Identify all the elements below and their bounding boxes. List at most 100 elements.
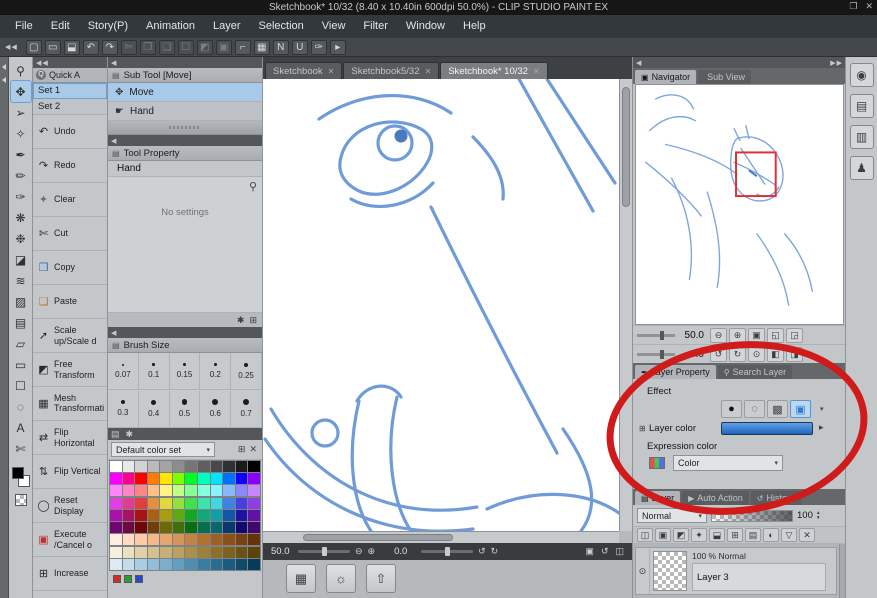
lock-transparent-icon[interactable]: ◩ bbox=[673, 528, 689, 542]
color-swatch[interactable] bbox=[223, 497, 235, 509]
color-swatch[interactable] bbox=[135, 485, 147, 497]
mesh-transform-button[interactable]: ▦ Mesh Transformation bbox=[33, 387, 107, 421]
decoration-tool[interactable]: ❉ bbox=[11, 228, 31, 249]
color-swatch[interactable] bbox=[223, 485, 235, 497]
color-swatch[interactable] bbox=[235, 461, 248, 472]
color-swatch[interactable] bbox=[172, 485, 185, 497]
document-tab[interactable]: Sketchbook5/32 ✕ bbox=[343, 62, 440, 79]
color-swatch[interactable] bbox=[135, 473, 147, 485]
color-swatch[interactable] bbox=[198, 473, 210, 485]
color-swatch[interactable] bbox=[248, 509, 260, 521]
rotate-ccw-icon[interactable]: ↺ bbox=[710, 346, 727, 362]
pen-pressure-icon[interactable]: ✑ bbox=[310, 39, 327, 55]
color-swatch[interactable] bbox=[122, 558, 135, 570]
create-mask-icon[interactable]: ◐ bbox=[763, 528, 779, 542]
color-swatch[interactable] bbox=[235, 497, 248, 509]
reference-panel-button[interactable]: ▤ bbox=[849, 94, 874, 118]
show-all-settings-icon[interactable]: ⚲ bbox=[249, 180, 257, 193]
color-swatch[interactable] bbox=[223, 546, 235, 558]
tablet-mode-button[interactable]: ▦ bbox=[286, 564, 316, 593]
color-swatch[interactable] bbox=[248, 522, 260, 534]
frame-border-tool[interactable]: ▭ bbox=[11, 354, 31, 375]
material-panel-button[interactable]: ▥ bbox=[849, 125, 874, 149]
layer-name[interactable]: Layer 3 bbox=[692, 563, 826, 591]
color-swatch[interactable] bbox=[185, 558, 198, 570]
zoom-slider[interactable] bbox=[298, 547, 350, 556]
clip-studio-button[interactable]: ◉ bbox=[849, 63, 874, 87]
color-swatch[interactable] bbox=[110, 485, 122, 497]
color-swatch[interactable] bbox=[198, 546, 210, 558]
transparent-color-swatch[interactable] bbox=[14, 494, 27, 506]
menu-item[interactable]: Help bbox=[454, 15, 495, 38]
color-swatch[interactable] bbox=[147, 461, 160, 472]
horizontal-scrollbar[interactable] bbox=[263, 531, 619, 543]
left-dock-strip[interactable] bbox=[0, 57, 9, 598]
close-tab-icon[interactable]: ✕ bbox=[328, 67, 335, 76]
color-swatch[interactable] bbox=[160, 485, 172, 497]
redo-icon[interactable]: ↷ bbox=[101, 39, 118, 55]
blend-tool[interactable]: ≋ bbox=[11, 270, 31, 291]
color-set-dock-strip[interactable]: ▤ ✱ bbox=[108, 428, 262, 440]
navigator-rotate-slider[interactable] bbox=[637, 349, 675, 359]
color-swatch[interactable] bbox=[248, 461, 260, 472]
color-swatch[interactable] bbox=[122, 534, 135, 546]
close-window-button[interactable]: ✕ bbox=[865, 1, 873, 12]
color-swatch[interactable] bbox=[122, 522, 135, 534]
color-swatch[interactable] bbox=[160, 497, 172, 509]
color-swatch[interactable] bbox=[135, 546, 147, 558]
navigator-tab[interactable]: ▣ Navigator bbox=[635, 70, 697, 84]
brush-size-header[interactable]: ▤ Brush Size bbox=[108, 338, 262, 353]
expression-color-select[interactable]: Color ▾ bbox=[673, 455, 783, 471]
color-swatch[interactable] bbox=[223, 522, 235, 534]
layer-visibility-icon[interactable]: ⊙ bbox=[636, 548, 650, 594]
color-swatch[interactable] bbox=[235, 534, 248, 546]
menu-item[interactable]: Story(P) bbox=[79, 15, 137, 38]
set-transparency-icon[interactable]: ◫ bbox=[637, 528, 653, 542]
color-swatch[interactable] bbox=[198, 485, 210, 497]
color-swatch[interactable] bbox=[198, 461, 210, 472]
color-swatch[interactable] bbox=[110, 509, 122, 521]
snap-to-ruler-icon[interactable]: ⌐ bbox=[234, 39, 251, 55]
copy-button[interactable]: ❐ Copy bbox=[33, 251, 107, 285]
cut-icon[interactable]: ✄ bbox=[120, 39, 137, 55]
zoom-in-icon[interactable]: ⊕ bbox=[368, 546, 376, 557]
layer-panel-tab[interactable]: ▤ Layer bbox=[635, 491, 681, 505]
color-swatch[interactable] bbox=[248, 546, 260, 558]
recent-color-swatch[interactable] bbox=[124, 575, 132, 583]
zoom-out-icon[interactable]: ⊖ bbox=[710, 327, 727, 343]
execute-cancel-button[interactable]: ▣ Execute /Cancel o bbox=[33, 523, 107, 557]
scale-button[interactable]: ➚ Scale up/Scale d bbox=[33, 319, 107, 353]
navigator-preview[interactable] bbox=[635, 84, 844, 325]
color-swatch[interactable] bbox=[160, 509, 172, 521]
brush-size-cell[interactable]: 0.07 bbox=[108, 353, 139, 390]
brush-size-cell[interactable]: 0.4 bbox=[138, 390, 170, 428]
color-swatch[interactable] bbox=[160, 522, 172, 534]
menu-item[interactable]: Filter bbox=[354, 15, 396, 38]
layer-panel-tab[interactable]: ▶ Auto Action bbox=[682, 491, 749, 505]
save-icon[interactable]: ⬓ bbox=[63, 39, 80, 55]
new-folder-icon[interactable]: ▤ bbox=[745, 528, 761, 542]
tone-effect-icon[interactable]: ◌ bbox=[744, 400, 765, 418]
tool-property-dock-strip[interactable]: ◀ bbox=[108, 135, 262, 146]
color-swatch[interactable] bbox=[122, 509, 135, 521]
pen-tool[interactable]: ✒ bbox=[11, 144, 31, 165]
layer-color-icon[interactable]: ▣ bbox=[790, 400, 811, 418]
color-swatch[interactable] bbox=[122, 473, 135, 485]
snap-to-grid-icon[interactable]: ▦ bbox=[253, 39, 270, 55]
cut-button[interactable]: ✄ Cut bbox=[33, 217, 107, 251]
subtool-resize-grip[interactable] bbox=[108, 121, 262, 135]
reset-view-icon[interactable]: ↺ bbox=[601, 546, 609, 557]
color-swatch[interactable] bbox=[122, 497, 135, 509]
pose-panel-button[interactable]: ♟ bbox=[849, 156, 874, 180]
color-swatch[interactable] bbox=[248, 534, 260, 546]
delete-color-icon[interactable]: ✕ bbox=[249, 444, 257, 455]
lock-layer-icon[interactable]: ▣ bbox=[655, 528, 671, 542]
color-swatch[interactable] bbox=[198, 534, 210, 546]
new-raster-layer-icon[interactable]: ⊞ bbox=[727, 528, 743, 542]
color-swatch[interactable] bbox=[185, 522, 198, 534]
flip-horizontal-icon[interactable]: ◧ bbox=[767, 346, 784, 362]
correction-tool[interactable]: ✄ bbox=[11, 438, 31, 459]
color-swatch[interactable] bbox=[160, 558, 172, 570]
color-swatch[interactable] bbox=[210, 485, 223, 497]
eraser-tool[interactable]: ◪ bbox=[11, 249, 31, 270]
